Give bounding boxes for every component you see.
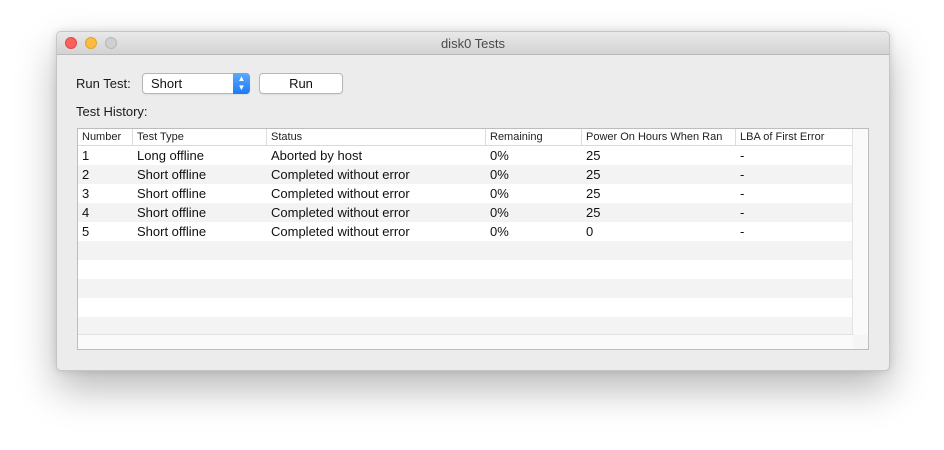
column-header-remaining[interactable]: Remaining [486,129,582,145]
cell-power-on-hours: 25 [586,186,601,201]
cell-power-on-hours: 25 [586,205,601,220]
vertical-scrollbar[interactable] [852,129,868,335]
cell-remaining: 0% [490,167,509,182]
cell-power-on-hours: 25 [586,148,601,163]
column-header-power-on-hours[interactable]: Power On Hours When Ran [582,129,736,145]
table-row[interactable]: 3 Short offline Completed without error … [78,184,854,203]
title-bar[interactable]: disk0 Tests [57,32,889,55]
cell-status: Completed without error [271,205,410,220]
test-history-label: Test History: [76,104,148,119]
run-test-label: Run Test: [76,76,131,91]
cell-status: Aborted by host [271,148,363,163]
disk-tests-window: disk0 Tests Run Test: Short ▲ ▼ Run Test … [56,31,890,371]
cell-power-on-hours: 0 [586,224,594,239]
empty-row [78,241,854,260]
column-header-test-type[interactable]: Test Type [133,129,267,145]
test-type-select[interactable]: Short ▲ ▼ [142,73,250,94]
table-row[interactable]: 1 Long offline Aborted by host 0% 25 - [78,146,854,165]
column-header-status[interactable]: Status [267,129,486,145]
empty-row [78,298,854,317]
cell-test-type: Short offline [137,186,207,201]
cell-number: 4 [82,205,90,220]
cell-test-type: Short offline [137,224,207,239]
cell-test-type: Short offline [137,167,207,182]
window-title: disk0 Tests [440,36,506,51]
cell-remaining: 0% [490,205,509,220]
cell-test-type: Long offline [137,148,204,163]
table-row[interactable]: 5 Short offline Completed without error … [78,222,854,241]
cell-status: Completed without error [271,186,410,201]
cell-number: 1 [82,148,90,163]
cell-number: 5 [82,224,90,239]
table-row[interactable]: 4 Short offline Completed without error … [78,203,854,222]
horizontal-scrollbar[interactable] [78,334,854,349]
table-row[interactable]: 2 Short offline Completed without error … [78,165,854,184]
cell-lba-first-error: - [740,148,745,163]
scrollbar-corner [853,335,868,349]
column-header-number[interactable]: Number [78,129,133,145]
cell-lba-first-error: - [740,186,745,201]
cell-remaining: 0% [490,148,509,163]
cell-test-type: Short offline [137,205,207,220]
cell-status: Completed without error [271,167,410,182]
cell-lba-first-error: - [740,224,745,239]
empty-row [78,260,854,279]
updown-chevron-icon[interactable]: ▲ ▼ [233,73,250,94]
run-button[interactable]: Run [259,73,343,94]
cell-status: Completed without error [271,224,410,239]
cell-power-on-hours: 25 [586,167,601,182]
cell-lba-first-error: - [740,167,745,182]
cell-remaining: 0% [490,186,509,201]
table-header: Number Test Type Status Remaining Power … [78,129,854,146]
column-header-lba-first-error[interactable]: LBA of First Error [736,129,854,145]
test-history-table[interactable]: Number Test Type Status Remaining Power … [77,128,869,350]
empty-row [78,279,854,298]
cell-number: 3 [82,186,90,201]
cell-lba-first-error: - [740,205,745,220]
test-type-selected-value: Short [151,76,183,91]
cell-remaining: 0% [490,224,509,239]
cell-number: 2 [82,167,90,182]
